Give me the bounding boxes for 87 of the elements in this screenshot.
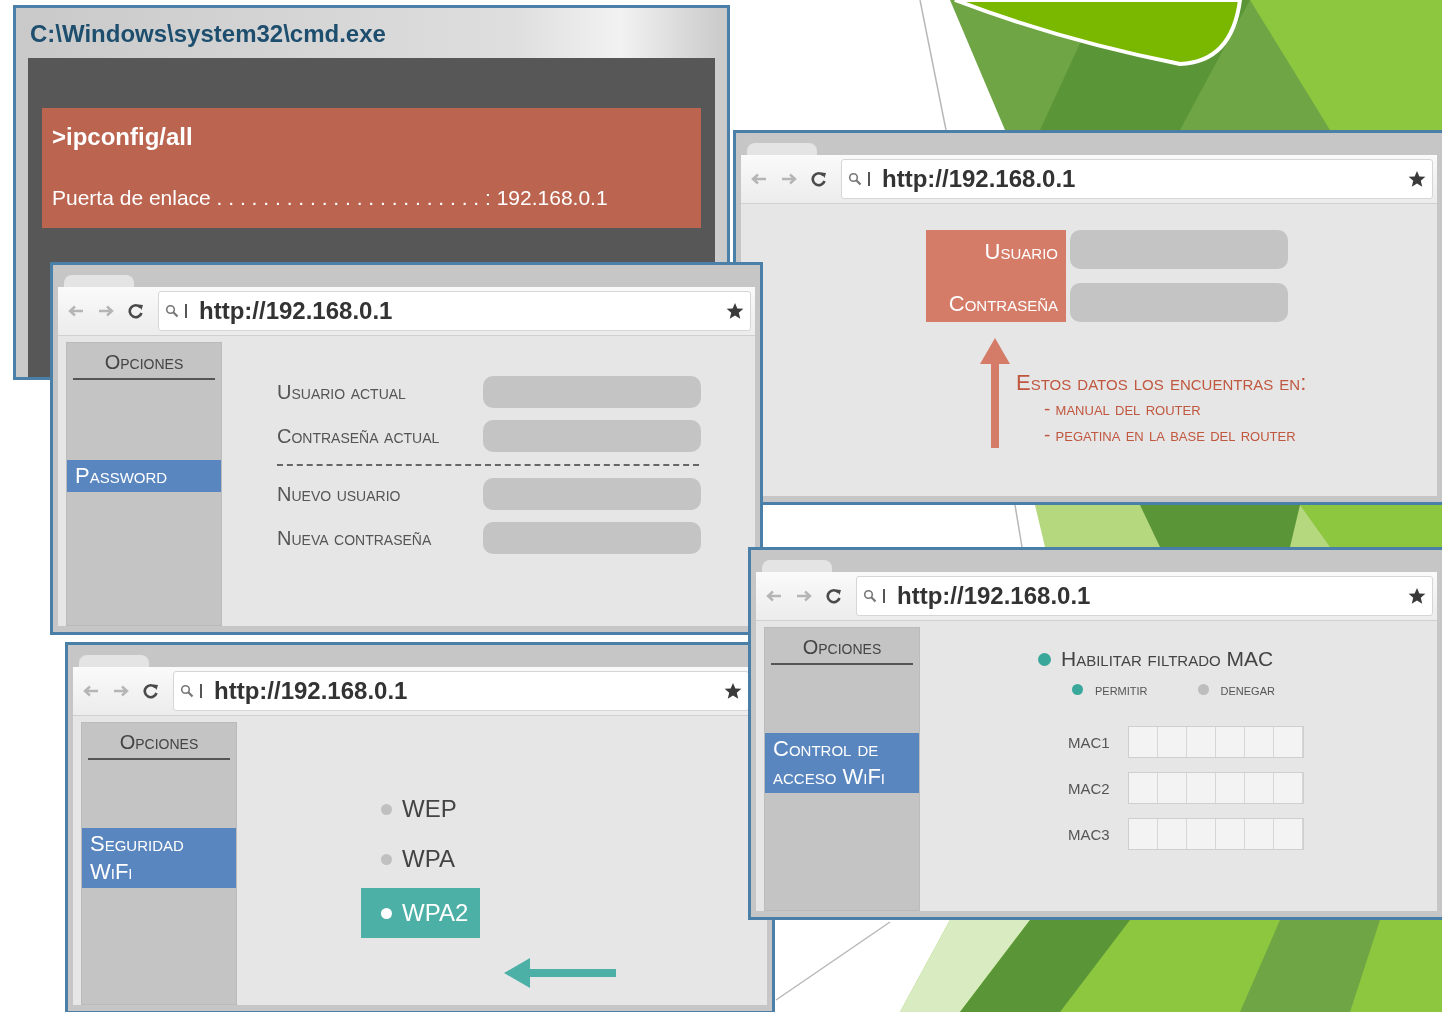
field-label: Usuario actual — [277, 380, 407, 404]
input-field[interactable] — [483, 522, 701, 554]
sidebar-heading: Opciones — [88, 729, 230, 760]
url-text: http://192.168.0.1 — [882, 165, 1077, 193]
input-field[interactable] — [1187, 773, 1216, 803]
browser-tab[interactable] — [64, 275, 134, 287]
address-field[interactable]: http://192.168.0.1 — [856, 576, 1433, 616]
sidebar-item[interactable]: Seguridad WiFi — [82, 828, 236, 888]
search-icon — [863, 589, 885, 603]
reload-icon[interactable] — [143, 683, 159, 699]
reload-icon[interactable] — [811, 171, 827, 187]
address-field[interactable]: http://192.168.0.1 — [173, 671, 749, 711]
input-field[interactable] — [1216, 727, 1245, 757]
note-item: - pegatina en la base del router — [1043, 423, 1297, 447]
star-icon[interactable] — [1408, 587, 1426, 605]
security-option[interactable]: WEP — [361, 788, 481, 830]
option-label: permitir — [1095, 681, 1148, 698]
search-icon — [180, 684, 202, 698]
search-icon — [848, 172, 870, 186]
url-text: http://192.168.0.1 — [199, 297, 394, 325]
input-field[interactable] — [483, 376, 701, 408]
browser-tab[interactable] — [79, 655, 149, 667]
address-field[interactable]: http://192.168.0.1 — [158, 291, 751, 331]
field-label: MAC3 — [1068, 825, 1111, 843]
input-field[interactable] — [1070, 230, 1288, 269]
note-item: - manual del router — [1043, 397, 1202, 421]
field-label: Contraseña actual — [277, 424, 441, 448]
input-field[interactable] — [1129, 773, 1158, 803]
search-icon — [165, 304, 187, 318]
up-arrow-icon — [980, 338, 1010, 448]
forward-arrow-icon[interactable] — [781, 173, 797, 185]
input-field[interactable] — [1245, 727, 1274, 757]
browser-tab[interactable] — [747, 143, 817, 155]
address-field[interactable]: http://192.168.0.1 — [841, 159, 1433, 199]
sidebar-heading: Opciones — [73, 349, 215, 380]
input-field[interactable] — [1158, 727, 1187, 757]
input-field[interactable] — [1274, 727, 1303, 757]
back-arrow-icon[interactable] — [68, 305, 84, 317]
forward-arrow-icon[interactable] — [98, 305, 114, 317]
radio-dot[interactable] — [1072, 684, 1083, 695]
url-text: http://192.168.0.1 — [214, 677, 409, 705]
option-label: Habilitar filtrado MAC — [1061, 647, 1274, 671]
input-field[interactable] — [1245, 773, 1274, 803]
forward-arrow-icon[interactable] — [113, 685, 129, 697]
input-field[interactable] — [1158, 773, 1187, 803]
forward-arrow-icon[interactable] — [796, 590, 812, 602]
reload-icon[interactable] — [826, 588, 842, 604]
input-field[interactable] — [1158, 819, 1187, 849]
input-field[interactable] — [1274, 819, 1303, 849]
input-field[interactable] — [1070, 283, 1288, 322]
radio-dot[interactable] — [1197, 684, 1209, 695]
input-field[interactable] — [1129, 819, 1158, 849]
reload-icon[interactable] — [128, 303, 144, 319]
input-field[interactable] — [1216, 773, 1245, 803]
input-field[interactable] — [1245, 819, 1274, 849]
star-icon[interactable] — [1408, 170, 1426, 188]
field-label: MAC1 — [1068, 733, 1111, 751]
input-field[interactable] — [1129, 727, 1158, 757]
note-text: Estos datos los encuentras en: — [1016, 370, 1307, 396]
option-label: denegar — [1220, 681, 1275, 698]
input-field[interactable] — [483, 420, 701, 452]
field-label: Nuevo usuario — [277, 482, 402, 506]
terminal-command: >ipconfig/all — [52, 122, 194, 152]
radio-dot[interactable] — [1038, 652, 1051, 666]
field-label: Contraseña — [948, 290, 1058, 318]
input-field[interactable] — [1216, 819, 1245, 849]
security-option[interactable]: WPA — [361, 838, 481, 880]
input-field[interactable] — [483, 478, 701, 510]
back-arrow-icon[interactable] — [766, 590, 782, 602]
back-arrow-icon[interactable] — [751, 173, 767, 185]
star-icon[interactable] — [726, 302, 744, 320]
sidebar-item[interactable]: Control de acceso WiFi — [765, 733, 919, 793]
window-title: C:\Windows\system32\cmd.exe — [29, 19, 386, 49]
url-text: http://192.168.0.1 — [897, 582, 1092, 610]
back-arrow-icon[interactable] — [83, 685, 99, 697]
sidebar-item[interactable]: Password — [67, 460, 221, 492]
field-label: MAC2 — [1068, 779, 1111, 797]
field-label: Nueva contraseña — [277, 526, 433, 550]
input-field[interactable] — [1187, 819, 1216, 849]
browser-tab[interactable] — [762, 560, 832, 572]
field-label: Usuario — [984, 238, 1058, 266]
terminal-output: Puerta de enlace . . . . . . . . . . . . . . . . . . . . . . . : 192.168.0.1 — [52, 185, 608, 211]
input-field[interactable] — [1274, 773, 1303, 803]
sidebar-heading: Opciones — [771, 634, 913, 665]
star-icon[interactable] — [724, 682, 742, 700]
left-arrow-icon — [504, 958, 617, 988]
input-field[interactable] — [1187, 727, 1216, 757]
